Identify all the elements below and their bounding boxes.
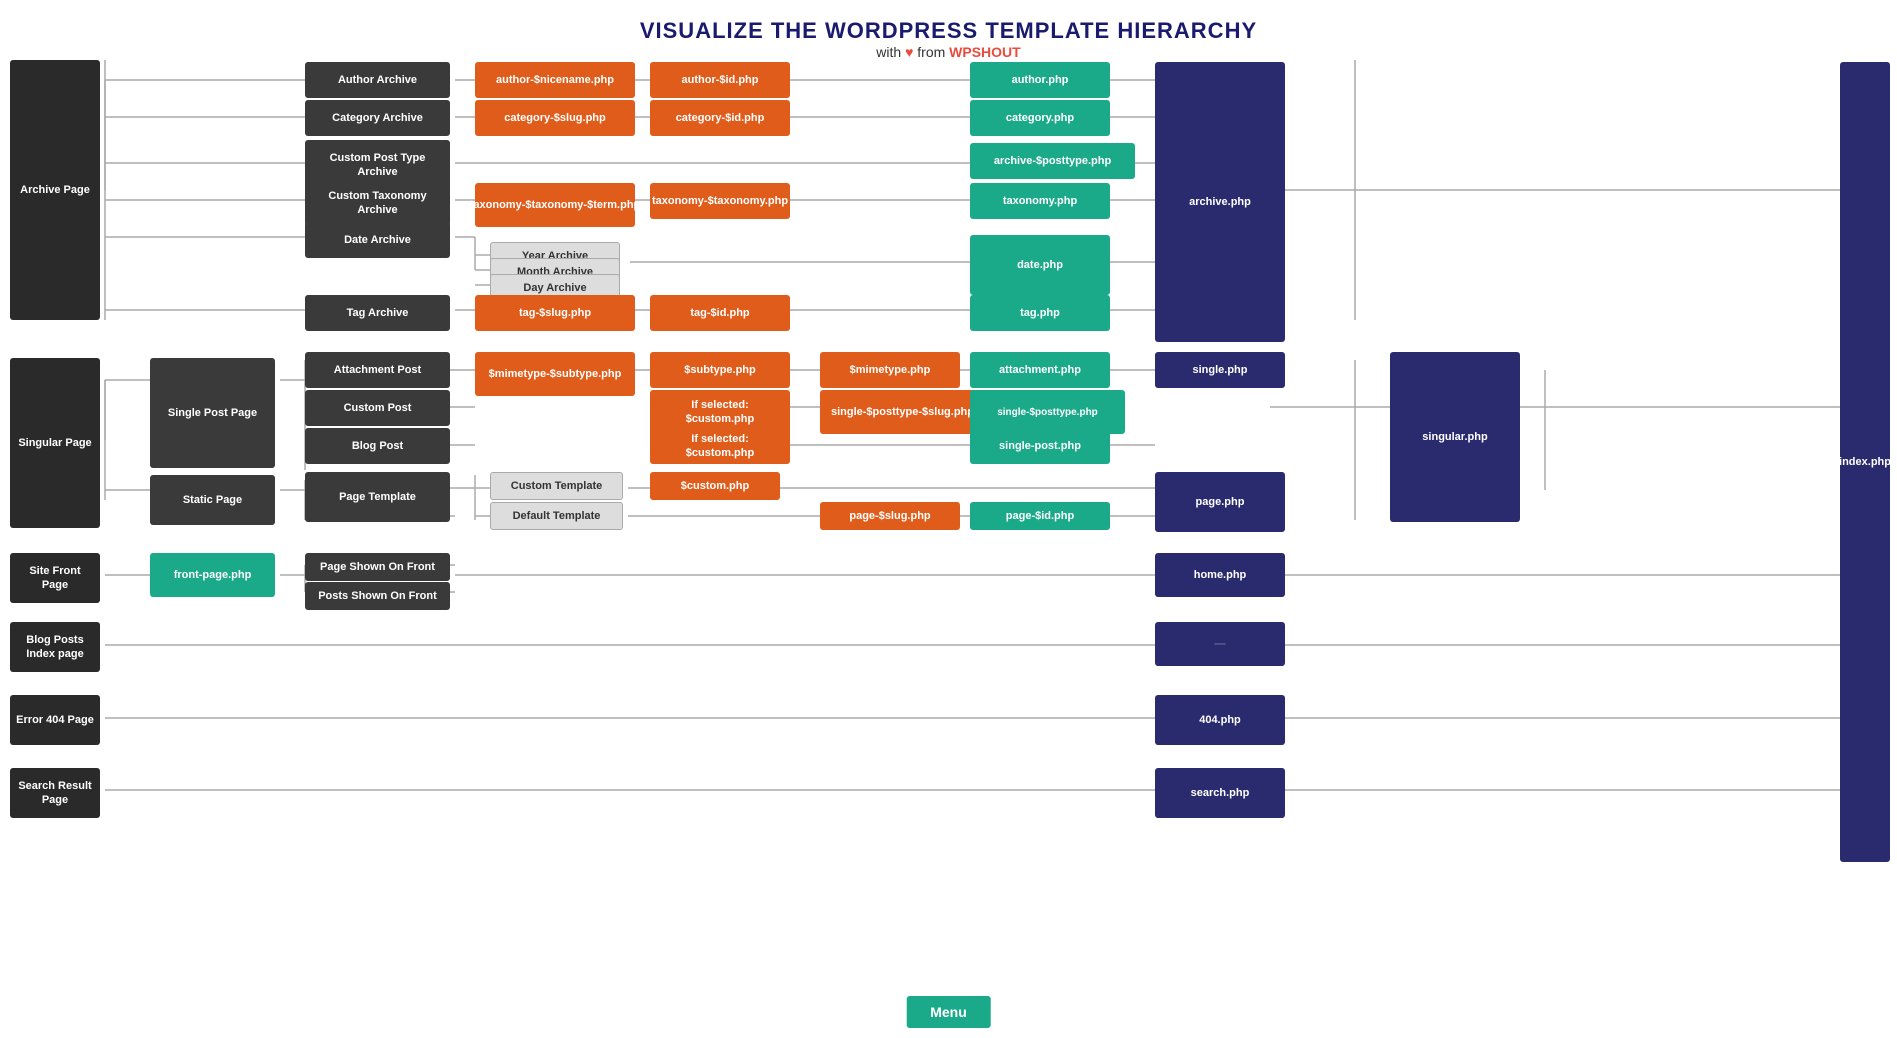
title-area: VISUALIZE THE WORDPRESS TEMPLATE HIERARC…	[0, 0, 1897, 66]
page-shown-on-front-node: Page Shown On Front	[305, 553, 450, 581]
static-page-node: Static Page	[150, 475, 275, 525]
if-selected-custom-php-2-node: If selected: $custom.php	[650, 428, 790, 464]
posts-shown-on-front-node: Posts Shown On Front	[305, 582, 450, 610]
category-id-php-node: category-$id.php	[650, 100, 790, 136]
date-archive-node: Date Archive	[305, 222, 450, 258]
author-php-node: author.php	[970, 62, 1110, 98]
category-php-node: category.php	[970, 100, 1110, 136]
page-wrapper: VISUALIZE THE WORDPRESS TEMPLATE HIERARC…	[0, 0, 1897, 1038]
subtitle-brand: WPSHOUT	[949, 44, 1021, 60]
blog-post-node: Blog Post	[305, 428, 450, 464]
single-posttype-slug-php-node: single-$posttype-$slug.php	[820, 390, 985, 434]
subtype-php-node: $subtype.php	[650, 352, 790, 388]
author-archive-node: Author Archive	[305, 62, 450, 98]
blog-posts-index-node: Blog Posts Index page	[10, 622, 100, 672]
author-id-php-node: author-$id.php	[650, 62, 790, 98]
error-404-page-node: Error 404 Page	[10, 695, 100, 745]
attachment-post-node: Attachment Post	[305, 352, 450, 388]
site-front-page-node: Site Front Page	[10, 553, 100, 603]
archive-php-node: archive.php	[1155, 62, 1285, 342]
404-php-node: 404.php	[1155, 695, 1285, 745]
author-nicename-php-node: author-$nicename.php	[475, 62, 635, 98]
index-php-node: index.php	[1840, 62, 1890, 862]
custom-php-node: $custom.php	[650, 472, 780, 500]
page-php-node: page.php	[1155, 472, 1285, 532]
subtitle-from: from	[917, 44, 945, 60]
subtitle: with ♥ from WPSHOUT	[0, 44, 1897, 60]
front-page-php-node: front-page.php	[150, 553, 275, 597]
single-post-php-node: single-post.php	[970, 428, 1110, 464]
page-template-node: Page Template	[305, 472, 450, 522]
subtitle-heart: ♥	[905, 44, 913, 60]
default-template-node: Default Template	[490, 502, 623, 530]
subtitle-with: with	[876, 44, 901, 60]
archive-posttype-php-node: archive-$posttype.php	[970, 143, 1135, 179]
single-post-page-node: Single Post Page	[150, 358, 275, 468]
taxonomy-taxonomy-term-php-node: taxonomy-$taxonomy-$term.php	[475, 183, 635, 227]
custom-template-node: Custom Template	[490, 472, 623, 500]
taxonomy-taxonomy-php-node: taxonomy-$taxonomy.php	[650, 183, 790, 219]
single-php-node: single.php	[1155, 352, 1285, 388]
tag-id-php-node: tag-$id.php	[650, 295, 790, 331]
category-archive-node: Category Archive	[305, 100, 450, 136]
singular-php-node: singular.php	[1390, 352, 1520, 522]
home-php-node: home.php	[1155, 553, 1285, 597]
tag-php-node: tag.php	[970, 295, 1110, 331]
mimetype-php-node: $mimetype.php	[820, 352, 960, 388]
page-id-php-node: page-$id.php	[970, 502, 1110, 530]
blog-index-navy-node: —	[1155, 622, 1285, 666]
search-result-page-node: Search Result Page	[10, 768, 100, 818]
category-slug-php-node: category-$slug.php	[475, 100, 635, 136]
mimetype-subtype-php-node: $mimetype-$subtype.php	[475, 352, 635, 396]
main-title: VISUALIZE THE WORDPRESS TEMPLATE HIERARC…	[0, 18, 1897, 44]
search-php-node: search.php	[1155, 768, 1285, 818]
custom-taxonomy-archive-node: Custom Taxonomy Archive	[305, 180, 450, 226]
attachment-php-node: attachment.php	[970, 352, 1110, 388]
page-slug-php-node: page-$slug.php	[820, 502, 960, 530]
tag-slug-php-node: tag-$slug.php	[475, 295, 635, 331]
tag-archive-node: Tag Archive	[305, 295, 450, 331]
menu-button[interactable]: Menu	[906, 996, 991, 1028]
date-php-node: date.php	[970, 235, 1110, 295]
taxonomy-php-node: taxonomy.php	[970, 183, 1110, 219]
custom-post-node: Custom Post	[305, 390, 450, 426]
singular-page-node: Singular Page	[10, 358, 100, 528]
archive-page-node: Archive Page	[10, 60, 100, 320]
